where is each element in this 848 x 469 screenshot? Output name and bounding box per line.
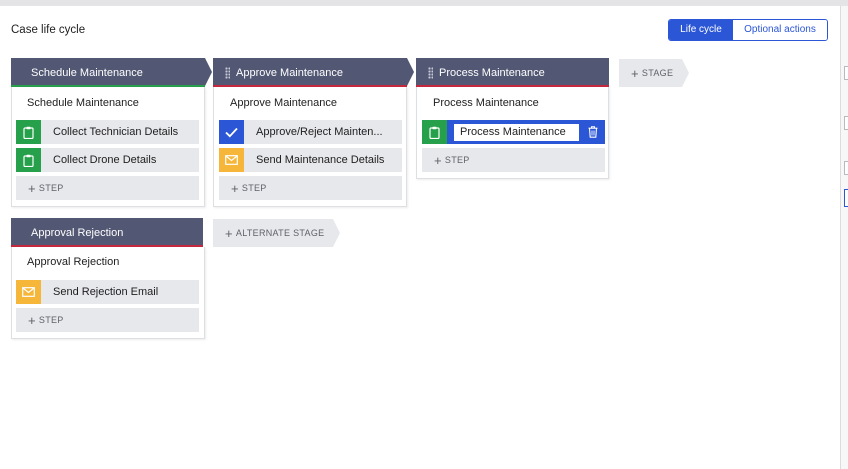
step-approve-reject[interactable]: Approve/Reject Mainten... xyxy=(219,120,402,144)
page-title: Case life cycle xyxy=(11,24,86,36)
clipboard-icon xyxy=(16,148,41,172)
step-label: Collect Drone Details xyxy=(53,154,157,166)
panel-field-edge xyxy=(844,66,848,80)
add-alternate-stage-button[interactable]: + ALTERNATE STAGE xyxy=(213,219,333,247)
stage-header-approval-rejection[interactable]: Approval Rejection xyxy=(11,218,203,247)
checkmark-icon xyxy=(219,120,244,144)
step-send-rejection-email[interactable]: Send Rejection Email xyxy=(16,280,199,304)
add-step-button[interactable]: + STEP xyxy=(16,308,199,332)
step-label: Collect Technician Details xyxy=(53,126,179,138)
plus-icon: + xyxy=(631,65,639,81)
process-name[interactable]: Schedule Maintenance xyxy=(27,97,139,109)
step-label: Approve/Reject Mainten... xyxy=(256,126,383,138)
panel-field-edge xyxy=(844,189,848,207)
step-collect-technician-details[interactable]: Collect Technician Details xyxy=(16,120,199,144)
plus-icon: + xyxy=(434,152,442,168)
case-lifecycle-canvas: Case life cycle Life cycle Optional acti… xyxy=(0,6,840,469)
stage-name: Process Maintenance xyxy=(439,66,545,79)
drag-handle-icon[interactable] xyxy=(225,66,230,79)
stage-chevron xyxy=(205,58,212,86)
add-stage-chevron xyxy=(682,59,689,87)
clipboard-icon xyxy=(422,120,447,144)
process-name[interactable]: Approval Rejection xyxy=(27,256,119,268)
stage-header-schedule-maintenance[interactable]: Schedule Maintenance xyxy=(11,58,205,87)
optional-actions-tab[interactable]: Optional actions xyxy=(733,20,827,40)
plus-icon: + xyxy=(28,312,36,328)
plus-icon: + xyxy=(231,180,239,196)
step-label: Send Rejection Email xyxy=(53,286,159,298)
add-alternate-stage-chevron xyxy=(333,219,340,247)
lifecycle-tab[interactable]: Life cycle xyxy=(669,20,733,40)
step-label: Send Maintenance Details xyxy=(256,154,385,166)
stage-name: Approve Maintenance xyxy=(236,66,344,79)
plus-icon: + xyxy=(28,180,36,196)
stage-chevron xyxy=(407,58,414,86)
process-name[interactable]: Process Maintenance xyxy=(433,97,539,109)
step-send-maintenance-details[interactable]: Send Maintenance Details xyxy=(219,148,402,172)
panel-field-edge xyxy=(844,161,848,175)
right-properties-panel xyxy=(840,6,848,469)
envelope-icon xyxy=(16,280,41,304)
add-step-button[interactable]: + STEP xyxy=(219,176,402,200)
add-stage-button[interactable]: + STAGE xyxy=(619,59,682,87)
add-step-button[interactable]: + STEP xyxy=(16,176,199,200)
trash-icon[interactable] xyxy=(580,120,605,144)
stage-name: Schedule Maintenance xyxy=(31,66,143,79)
process-name[interactable]: Approve Maintenance xyxy=(230,97,337,109)
view-toggle: Life cycle Optional actions xyxy=(668,19,828,41)
add-step-button[interactable]: + STEP xyxy=(422,148,605,172)
step-name-input[interactable]: Process Maintenance xyxy=(453,123,580,142)
plus-icon: + xyxy=(225,225,233,241)
step-collect-drone-details[interactable]: Collect Drone Details xyxy=(16,148,199,172)
drag-handle-icon[interactable] xyxy=(428,66,433,79)
stage-header-process-maintenance[interactable]: Process Maintenance xyxy=(416,58,609,87)
clipboard-icon xyxy=(16,120,41,144)
stage-name: Approval Rejection xyxy=(31,226,124,239)
panel-field-edge xyxy=(844,116,848,130)
stage-header-approve-maintenance[interactable]: Approve Maintenance xyxy=(213,58,407,87)
step-process-maintenance-selected[interactable]: Process Maintenance xyxy=(422,120,605,144)
envelope-icon xyxy=(219,148,244,172)
